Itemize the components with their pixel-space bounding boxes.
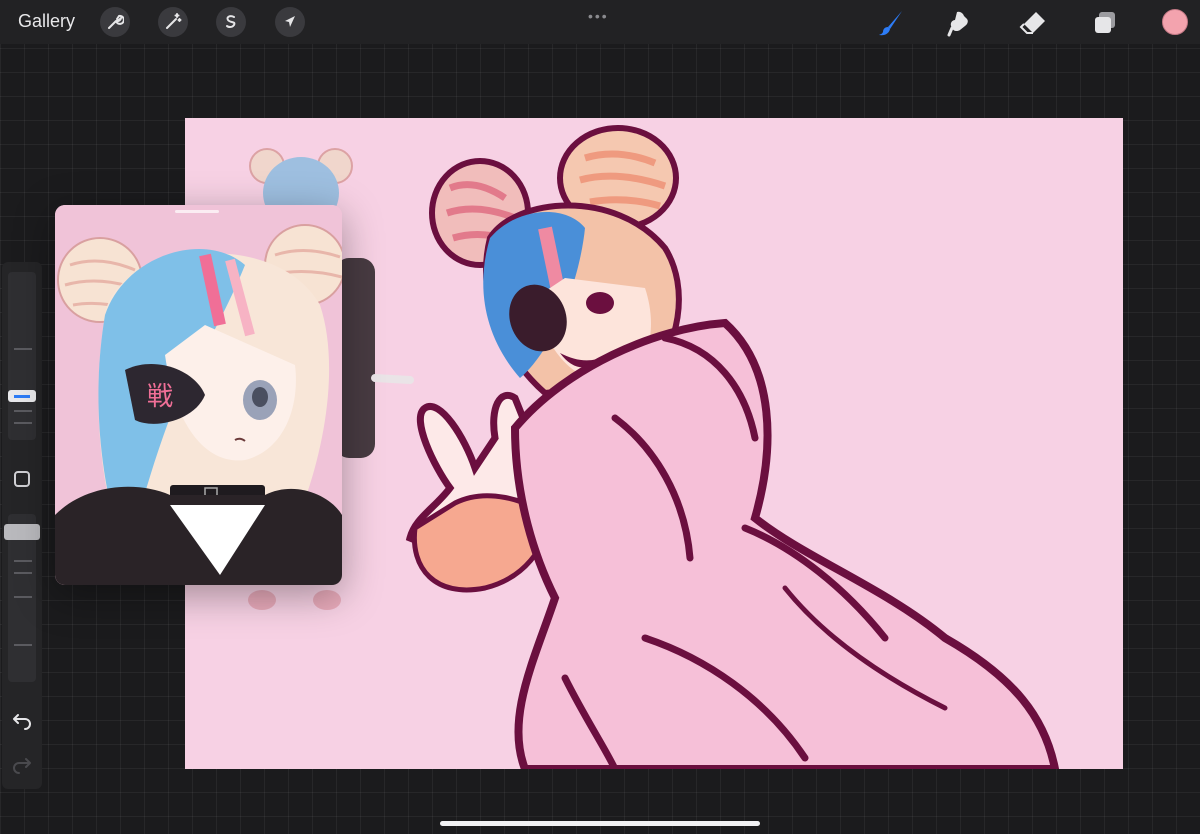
opacity-slider[interactable]	[4, 514, 40, 682]
slider-tick	[14, 422, 32, 424]
redo-icon[interactable]	[12, 754, 32, 779]
smudge-icon[interactable]	[946, 8, 976, 38]
slider-tick	[14, 410, 32, 412]
selection-icon[interactable]	[216, 7, 246, 37]
magic-wand-icon[interactable]	[158, 7, 188, 37]
slider-tick	[14, 572, 32, 574]
slider-tick	[14, 596, 32, 598]
drag-handle[interactable]: •••	[588, 8, 609, 24]
opacity-thumb[interactable]	[4, 524, 40, 540]
slider-tick	[14, 560, 32, 562]
undo-icon[interactable]	[12, 710, 32, 735]
slider-tick	[14, 644, 32, 646]
top-toolbar: Gallery •••	[0, 0, 1200, 44]
brush-size-indicator	[14, 395, 30, 398]
eraser-icon[interactable]	[1018, 8, 1048, 38]
reference-drag-handle[interactable]	[175, 210, 219, 213]
layers-icon[interactable]	[1090, 8, 1120, 38]
gallery-button[interactable]: Gallery	[18, 11, 75, 32]
reference-image: 戦	[55, 205, 342, 585]
transform-arrow-icon[interactable]	[275, 7, 305, 37]
eyepatch-kanji: 戦	[147, 382, 173, 412]
wrench-icon[interactable]	[100, 7, 130, 37]
home-indicator[interactable]	[440, 821, 760, 826]
reference-window[interactable]: 戦	[55, 205, 342, 585]
brush-size-thumb[interactable]	[8, 390, 36, 402]
side-toolbar	[2, 262, 42, 789]
brush-size-slider[interactable]	[8, 272, 36, 440]
slider-tick	[14, 348, 32, 350]
modify-button[interactable]	[14, 471, 30, 487]
brush-icon[interactable]	[876, 8, 906, 38]
color-picker[interactable]	[1162, 9, 1188, 35]
